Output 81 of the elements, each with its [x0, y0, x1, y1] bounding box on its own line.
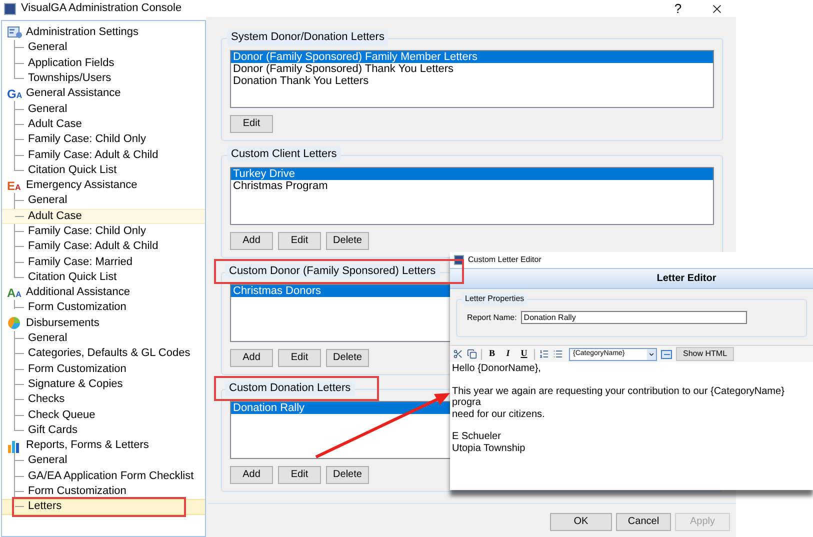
dialog-button[interactable]: Edit	[230, 115, 273, 133]
tree-item[interactable]: Letters	[2, 499, 205, 514]
letter-text-line: E Schueler	[452, 431, 502, 442]
tree-item[interactable]: Family Case: Child Only	[2, 132, 205, 148]
window-title: Custom Letter Editor	[468, 254, 542, 266]
app-logo-icon	[4, 2, 16, 14]
tree-item[interactable]: Adult Case	[2, 116, 205, 132]
tree-item[interactable]: Form Customization	[2, 362, 205, 377]
format-button[interactable]: B	[486, 347, 498, 361]
tree-item[interactable]: GA/EA Application Form Checklist	[2, 468, 205, 484]
tree-item[interactable]: General	[2, 330, 205, 346]
dialog-button[interactable]: Delete	[326, 466, 369, 484]
tree-item[interactable]: Adult Case	[2, 208, 205, 224]
tree-item[interactable]: Family Case: Adult & Child	[2, 147, 205, 163]
tree-item[interactable]: Family Case: Child Only	[2, 224, 205, 240]
field-label: Report Name:	[467, 312, 517, 324]
editor-header: Letter Editor	[450, 268, 813, 289]
logo-icon: EA	[7, 180, 23, 192]
tree-item[interactable]: General	[2, 193, 205, 209]
group-title: Custom Donation Letters	[225, 381, 355, 396]
cut-icon[interactable]	[453, 349, 463, 359]
tree-item[interactable]: General	[2, 40, 205, 56]
group-title: Custom Client Letters	[227, 147, 341, 162]
report-name-field[interactable]: Donation Rally	[520, 311, 747, 324]
help-button[interactable]: ?	[660, 0, 696, 18]
format-button[interactable]: U	[518, 347, 530, 361]
bullet-list-icon[interactable]	[553, 349, 563, 359]
dialog-button[interactable]: Edit	[278, 466, 321, 484]
tree-item[interactable]: Citation Quick List	[2, 162, 205, 178]
tree-item[interactable]: Townships/Users	[2, 70, 205, 86]
letter-text-line: Utopia Township	[452, 442, 526, 454]
numbered-list-icon[interactable]	[539, 349, 549, 359]
dialog-button[interactable]: Delete	[326, 232, 369, 250]
tree-category[interactable]: Emergency Assistance	[26, 180, 138, 192]
list-item[interactable]: Donation Thank You Letters	[231, 75, 713, 87]
group-title: Custom Donor (Family Sponsored) Letters	[225, 264, 440, 279]
caret-icon	[648, 350, 655, 358]
list-item[interactable]: Donor (Family Sponsored) Thank You Letters	[231, 63, 713, 75]
tree-item[interactable]: Family Case: Married	[2, 254, 205, 270]
tree-item[interactable]: Categories, Defaults & GL Codes	[2, 346, 205, 362]
copy-icon[interactable]	[467, 349, 477, 359]
tree-item[interactable]: Gift Cards	[2, 422, 205, 438]
settings-icon	[7, 26, 23, 40]
list-item[interactable]: Donor (Family Sponsored) Family Member Letters	[231, 51, 713, 63]
tree-item[interactable]: General	[2, 453, 205, 469]
dialog-button[interactable]: Add	[230, 232, 273, 250]
letter-body[interactable]: Hello {DonorName}, This year we again are requesting your contribution to our {CategoryName} progra need for our citizens. E Schueler Utopia Township	[450, 362, 813, 490]
tree-item[interactable]: Signature & Copies	[2, 376, 205, 392]
logo-icon: AA	[7, 286, 23, 299]
tree-item[interactable]: Checks	[2, 392, 205, 408]
list-item[interactable]: Turkey Drive	[231, 168, 713, 180]
logo-icon: GA	[7, 88, 23, 100]
dialog-button[interactable]: OK	[550, 513, 612, 531]
list-item[interactable]: Christmas Program	[231, 180, 713, 192]
letter-text-line: need for our citizens.	[452, 408, 546, 420]
letter-text-line: Hello {DonorName},	[452, 363, 542, 374]
tree-category[interactable]: Reports, Forms & Letters	[26, 440, 149, 452]
tree-category[interactable]: Administration Settings	[26, 27, 138, 38]
dialog-button[interactable]: Cancel	[616, 513, 671, 531]
tree-item[interactable]: Check Queue	[2, 407, 205, 423]
tree-item[interactable]: Family Case: Adult & Child	[2, 239, 205, 254]
tree-item[interactable]: Citation Quick List	[2, 270, 205, 286]
show-html-button[interactable]: Show HTML	[676, 347, 734, 361]
dialog-button[interactable]: Edit	[278, 349, 321, 367]
dialog-button[interactable]: Add	[230, 466, 273, 484]
window-title: VisualGA Administration Console	[21, 1, 182, 16]
dialog-button[interactable]: Add	[230, 349, 273, 367]
tree-item[interactable]: General	[2, 101, 205, 117]
dialog-button[interactable]: Edit	[278, 232, 321, 250]
dialog-button[interactable]: Delete	[326, 349, 369, 367]
group-title: System Donor/Donation Letters	[227, 30, 388, 45]
tree-category[interactable]: Additional Assistance	[26, 287, 130, 298]
tree-category[interactable]: Disbursements	[26, 318, 100, 329]
tree-item[interactable]: Form Customization	[2, 300, 205, 316]
tree-category[interactable]: General Assistance	[26, 88, 121, 100]
format-button[interactable]: I	[502, 347, 514, 361]
group-title: Letter Properties	[462, 293, 528, 305]
tree-item[interactable]: Application Fields	[2, 56, 205, 71]
tree-item[interactable]: Form Customization	[2, 484, 205, 500]
insert-field-icon[interactable]	[661, 350, 672, 358]
pie-chart-icon	[7, 316, 23, 330]
